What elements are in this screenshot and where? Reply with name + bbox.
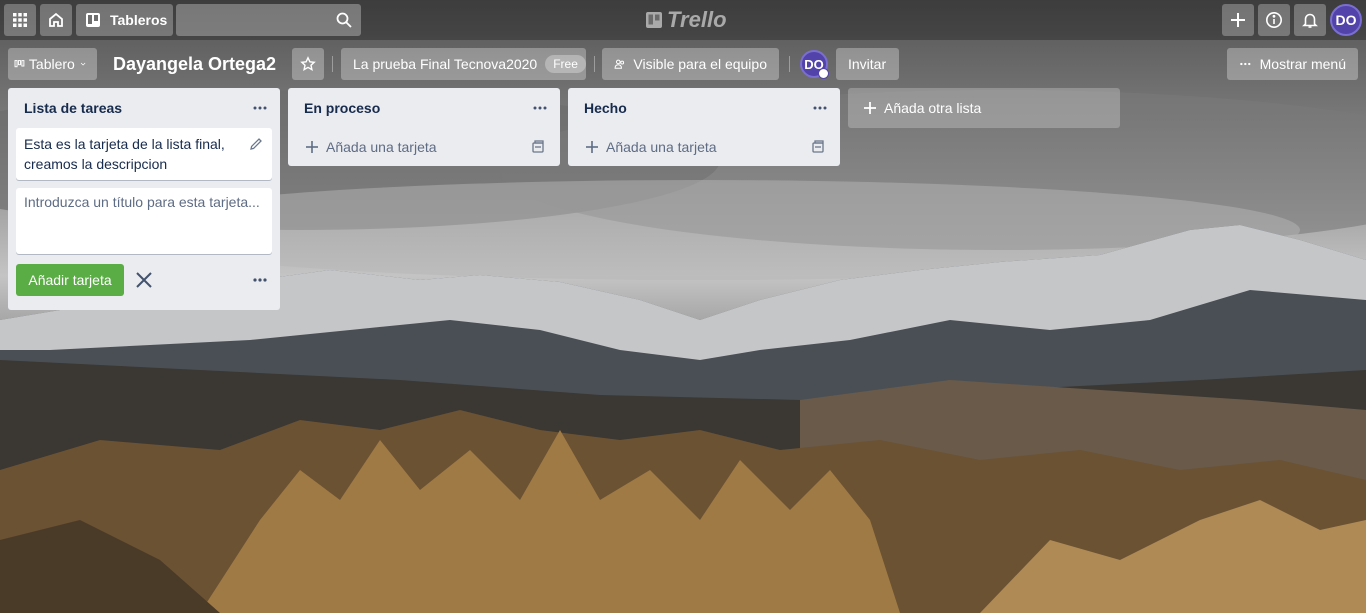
list-header: Lista de tareas: [8, 88, 280, 128]
plus-icon: [864, 102, 876, 114]
more-icon: [1240, 62, 1251, 66]
show-menu-button[interactable]: Mostrar menú: [1227, 48, 1358, 80]
separator: [332, 56, 333, 72]
search-icon[interactable]: [335, 11, 353, 29]
search-box[interactable]: [176, 4, 361, 36]
add-list-label: Añada otra lista: [884, 100, 982, 116]
more-icon: [253, 278, 267, 282]
team-visibility-icon: [614, 59, 625, 69]
plus-icon: [586, 141, 598, 153]
list-hecho: Hecho Añada una tarjeta: [568, 88, 840, 166]
board-view-icon: [14, 60, 25, 68]
grid-icon: [13, 13, 27, 27]
search-input[interactable]: [176, 4, 361, 36]
user-initials: DO: [1335, 12, 1357, 28]
star-button[interactable]: [292, 48, 324, 80]
close-icon[interactable]: [132, 268, 156, 292]
card-template-icon[interactable]: [530, 139, 546, 155]
user-avatar[interactable]: DO: [1330, 4, 1362, 36]
home-icon: [49, 12, 63, 27]
create-button[interactable]: [1222, 4, 1254, 36]
list-menu-button[interactable]: [528, 96, 552, 120]
notifications-button[interactable]: [1294, 4, 1326, 36]
card-title-input[interactable]: [24, 194, 264, 248]
top-header: Tableros Trello DO: [0, 0, 1366, 40]
card-composer: [16, 188, 272, 254]
more-icon: [253, 106, 267, 110]
bell-icon: [1302, 13, 1318, 28]
visibility-label: Visible para el equipo: [633, 56, 767, 72]
invite-button[interactable]: Invitar: [836, 48, 899, 80]
board-view-switcher[interactable]: Tablero: [8, 48, 97, 80]
trello-logo[interactable]: Trello: [645, 7, 727, 33]
more-icon: [813, 106, 827, 110]
composer-options-button[interactable]: [248, 268, 272, 292]
list-menu-button[interactable]: [248, 96, 272, 120]
more-icon: [533, 106, 547, 110]
add-list-button[interactable]: Añada otra lista: [848, 88, 1120, 128]
board-title[interactable]: Dayangela Ortega2: [113, 52, 276, 76]
card[interactable]: Esta es la tarjeta de la lista final, cr…: [16, 128, 272, 180]
apps-button[interactable]: [4, 4, 36, 36]
plan-badge: Free: [545, 55, 586, 73]
list-menu-button[interactable]: [808, 96, 832, 120]
show-menu-label: Mostrar menú: [1259, 56, 1346, 72]
boards-label: Tableros: [110, 12, 168, 28]
trello-logo-icon: [646, 12, 662, 28]
card-title: Esta es la tarjeta de la lista final, cr…: [24, 136, 225, 172]
separator: [594, 56, 595, 72]
home-button[interactable]: [40, 4, 72, 36]
chevron-down-icon: [80, 62, 86, 66]
star-icon: [300, 56, 316, 71]
list-title[interactable]: Hecho: [584, 100, 627, 116]
member-avatar[interactable]: DO: [800, 50, 829, 79]
info-icon: [1266, 12, 1282, 28]
add-card-link[interactable]: Añada una tarjeta: [568, 128, 840, 166]
board-icon: [86, 13, 100, 27]
admin-badge-icon: [818, 68, 829, 79]
logo-text: Trello: [667, 7, 727, 32]
plus-icon: [306, 141, 318, 153]
list-title[interactable]: En proceso: [304, 100, 380, 116]
composer-controls: Añadir tarjeta: [8, 262, 280, 310]
add-card-button[interactable]: Añadir tarjeta: [16, 264, 124, 296]
pencil-icon[interactable]: [248, 136, 264, 152]
list-lista-de-tareas: Lista de tareas Esta es la tarjeta de la…: [8, 88, 280, 310]
team-button[interactable]: La prueba Final Tecnova2020 Free: [341, 48, 586, 80]
plus-icon: [1231, 13, 1245, 27]
board-view-label: Tablero: [28, 56, 75, 72]
list-header: En proceso: [288, 88, 560, 128]
add-card-label: Añada una tarjeta: [606, 139, 717, 155]
list-title[interactable]: Lista de tareas: [24, 100, 122, 116]
invite-label: Invitar: [848, 56, 887, 72]
add-card-label: Añada una tarjeta: [326, 139, 437, 155]
card-template-icon[interactable]: [810, 139, 826, 155]
separator: [789, 56, 790, 72]
add-card-link[interactable]: Añada una tarjeta: [288, 128, 560, 166]
info-button[interactable]: [1258, 4, 1290, 36]
list-header: Hecho: [568, 88, 840, 128]
visibility-button[interactable]: Visible para el equipo: [602, 48, 779, 80]
boards-button[interactable]: Tableros: [76, 4, 173, 36]
list-en-proceso: En proceso Añada una tarjeta: [288, 88, 560, 166]
team-name: La prueba Final Tecnova2020: [353, 56, 538, 72]
